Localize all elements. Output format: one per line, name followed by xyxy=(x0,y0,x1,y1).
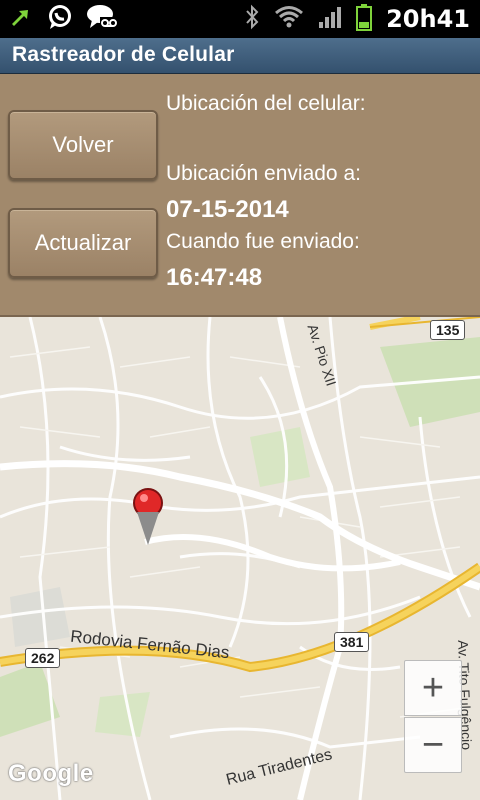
sent-date: 07-15-2014 xyxy=(166,196,289,223)
google-attribution: Google xyxy=(8,760,94,787)
route-shield-262: 262 xyxy=(25,648,61,668)
info-panel: Volver Actualizar Ubicación del celular:… xyxy=(0,74,480,317)
back-button[interactable]: Volver xyxy=(8,110,158,180)
sent-time: 16:47:48 xyxy=(166,264,263,291)
update-button[interactable]: Actualizar xyxy=(8,208,158,278)
zoom-in-button[interactable]: + xyxy=(404,660,462,716)
bluetooth-icon xyxy=(244,4,260,35)
battery-icon xyxy=(356,3,373,36)
when-sent-label: Cuando fue enviado: xyxy=(166,230,360,253)
sent-to-label: Ubicación enviado a: xyxy=(166,162,361,185)
whatsapp-icon xyxy=(46,3,74,36)
wifi-icon xyxy=(274,5,304,34)
clock: 20h41 xyxy=(386,5,470,33)
sync-icon xyxy=(8,4,34,35)
voicemail-icon xyxy=(86,3,118,36)
zoom-out-button[interactable]: − xyxy=(404,717,462,773)
route-shield-381: 381 xyxy=(334,632,370,652)
status-bar: 20h41 xyxy=(0,0,480,38)
route-shield-135: 135 xyxy=(430,320,466,340)
app-title-bar: Rastreador de Celular xyxy=(0,38,480,74)
app-title: Rastreador de Celular xyxy=(12,43,235,66)
signal-icon xyxy=(318,5,342,34)
map-view[interactable]: Rodovia Fernão Dias Rua Tiradentes Av. P… xyxy=(0,317,480,800)
location-label: Ubicación del celular: xyxy=(166,92,366,115)
